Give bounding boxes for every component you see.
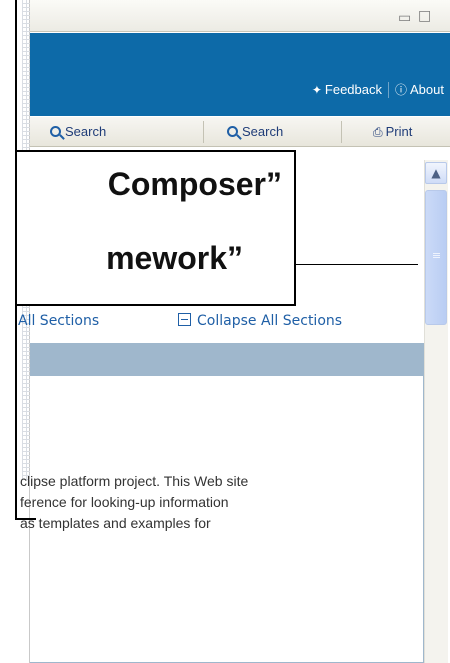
search-results-label: Search xyxy=(242,124,284,139)
collapse-icon xyxy=(178,313,191,326)
header-separator xyxy=(388,81,389,98)
vertical-scrollbar[interactable]: ▲ xyxy=(424,160,448,663)
section-paragraph: clipse platform project. This Web site f… xyxy=(20,471,424,534)
search-icon xyxy=(227,126,238,137)
collapse-all-label: Collapse All Sections xyxy=(197,313,343,329)
scroll-up-button[interactable]: ▲ xyxy=(425,162,447,184)
maximize-icon[interactable]: □ xyxy=(418,8,431,24)
paragraph-line: ference for looking-up information xyxy=(20,494,229,510)
callout-box: Composer” mework” xyxy=(15,150,296,306)
thumb-grip xyxy=(433,253,440,254)
toolbar: Search Search ⎙ Print xyxy=(30,117,450,147)
section-header-bar[interactable] xyxy=(30,343,424,376)
paragraph-line: as templates and examples for xyxy=(20,515,211,531)
feedback-icon: ✦ xyxy=(311,82,322,97)
help-header: ✦ Feedback ⓘ About xyxy=(30,33,450,116)
window-titlebar: ▭ □ xyxy=(30,0,450,32)
header-links: ✦ Feedback ⓘ About xyxy=(312,81,444,98)
info-icon: ⓘ xyxy=(395,83,408,98)
feedback-link[interactable]: Feedback xyxy=(325,82,382,97)
search-button[interactable]: Search xyxy=(50,117,106,147)
print-button[interactable]: ⎙ Print xyxy=(373,117,412,147)
callout-text: Composer” xyxy=(107,166,282,202)
search-button-label: Search xyxy=(65,124,107,139)
paragraph-line: clipse platform project. This Web site xyxy=(20,473,249,489)
toolbar-divider xyxy=(203,121,204,143)
toolbar-divider xyxy=(341,121,342,143)
callout-leader-line xyxy=(296,264,418,265)
search-icon xyxy=(50,126,61,137)
about-link[interactable]: About xyxy=(410,82,444,97)
scroll-thumb[interactable] xyxy=(425,190,447,325)
minimize-icon[interactable]: ▭ xyxy=(398,10,411,26)
callout-text: mework” xyxy=(106,240,243,276)
printer-icon: ⎙ xyxy=(373,125,383,139)
print-button-label: Print xyxy=(385,124,413,139)
search-results-button[interactable]: Search xyxy=(227,117,283,147)
collapse-all-link[interactable]: Collapse All Sections xyxy=(178,313,342,329)
